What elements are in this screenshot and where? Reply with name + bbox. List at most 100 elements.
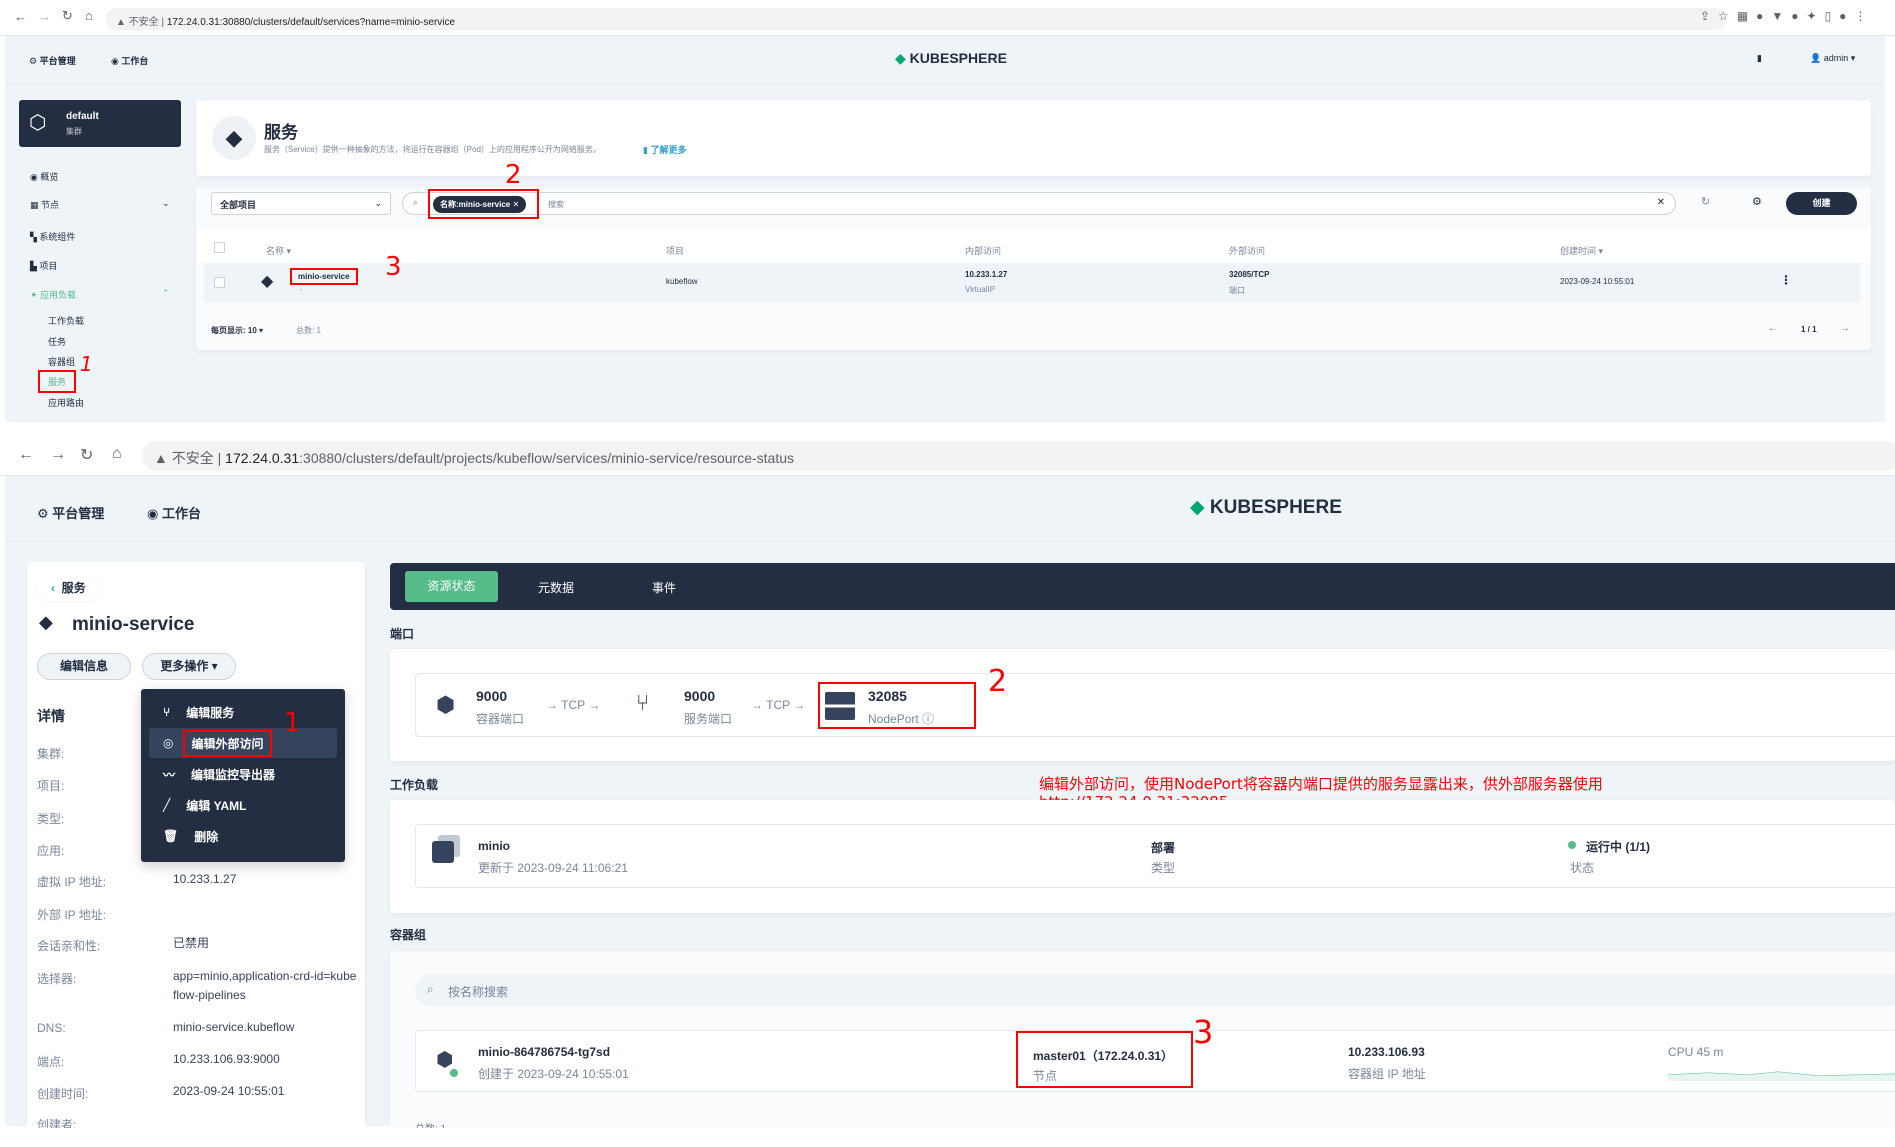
service-banner: ◆ 服务 服务（Service）提供一种抽象的方法，将运行在容器组（Pod）上的…: [196, 100, 1871, 176]
cluster-card[interactable]: ⬡ default 集群: [19, 100, 181, 147]
platform-management-link[interactable]: ⚙ 平台管理: [29, 54, 76, 67]
tab-metadata[interactable]: 元数据: [538, 579, 574, 596]
row-internal: 10.233.1.27: [965, 270, 1008, 279]
forward-icon[interactable]: →: [50, 446, 66, 464]
extensions-icons[interactable]: ⇪☆▦●▼●✦▯●⋮: [1700, 9, 1874, 23]
detail-label: 项目:: [37, 779, 65, 793]
tab-events[interactable]: 事件: [652, 579, 676, 596]
row-created: 2023-09-24 10:55:01: [1560, 277, 1635, 286]
subnav-ingresses[interactable]: 应用路由: [48, 396, 84, 409]
pods-section-title: 容器组: [390, 928, 427, 942]
search-icon: ⌕: [413, 197, 419, 207]
page-title: 服务: [264, 123, 298, 142]
service-name-link[interactable]: minio-service: [290, 268, 358, 285]
kubesphere-logo[interactable]: ◆ KUBESPHERE: [895, 50, 1007, 67]
workload-name[interactable]: minio: [478, 839, 510, 853]
workload-kind-label: 类型: [1151, 861, 1176, 875]
pod-icon: ⬢: [436, 1049, 454, 1071]
security-label: 不安全: [171, 450, 214, 466]
prev-page-icon[interactable]: ←: [1768, 323, 1778, 334]
nav-app-workloads[interactable]: ✦ 应用负载 ⌃: [30, 288, 170, 301]
pod-ip-label: 容器组 IP 地址: [1348, 1067, 1426, 1081]
per-page-select[interactable]: 每页显示: 10 ▾: [211, 325, 263, 336]
docs-icon[interactable]: ▮: [1757, 53, 1762, 64]
tab-resource-status[interactable]: 资源状态: [405, 571, 498, 602]
row-more-icon[interactable]: ⋮: [1780, 273, 1792, 287]
refresh-icon[interactable]: ↻: [1701, 195, 1710, 208]
col-created[interactable]: 创建时间 ▾: [1560, 244, 1603, 257]
top-browser-bar: ← → ↻ ⌂ ▲ 不安全 | 172.24.0.31:30880/cluste…: [0, 0, 1895, 36]
nav-system-components[interactable]: ▚ 系统组件: [30, 230, 75, 243]
col-name[interactable]: 名称 ▾: [266, 244, 291, 257]
reload-icon[interactable]: ↻: [80, 445, 93, 465]
back-icon[interactable]: ←: [14, 9, 27, 24]
globe-icon: ◎: [163, 736, 174, 750]
more-actions-button[interactable]: 更多操作 ▾: [142, 653, 236, 680]
pod-name[interactable]: minio-864786754-tg7sd: [478, 1045, 610, 1059]
back-to-services[interactable]: ‹ 服务: [37, 574, 100, 601]
pod-cpu: CPU 45 m: [1668, 1045, 1724, 1059]
row-internal-sub: VirtualIP: [965, 285, 996, 294]
select-all-checkbox[interactable]: [214, 242, 225, 253]
workbench-link[interactable]: ◉ 工作台: [111, 54, 148, 67]
subnav-jobs[interactable]: 任务: [48, 335, 66, 348]
service-icon: ◆: [212, 116, 256, 160]
address-bar[interactable]: ▲ 不安全 | 172.24.0.31:30880/clusters/defau…: [142, 441, 1895, 471]
clear-search-icon[interactable]: ✕: [1657, 197, 1665, 208]
info-icon[interactable]: ⓘ: [922, 712, 934, 726]
deployment-icon: [432, 841, 454, 863]
user-menu[interactable]: 👤 admin ▾: [1810, 53, 1855, 64]
learn-more-link[interactable]: ▮ 了解更多: [643, 143, 686, 156]
filter-tag[interactable]: 名称:minio-service ✕: [433, 196, 527, 213]
nav-projects[interactable]: ▙ 项目: [30, 259, 57, 272]
edit-info-button[interactable]: 编辑信息: [37, 653, 131, 680]
nav-overview[interactable]: ◉ 概览: [30, 170, 58, 183]
create-button[interactable]: 创建: [1786, 192, 1857, 215]
platform-management-link[interactable]: ⚙ 平台管理: [37, 503, 104, 522]
reload-icon[interactable]: ↻: [62, 8, 73, 24]
home-icon[interactable]: ⌂: [112, 445, 122, 463]
security-label: 不安全: [128, 17, 159, 28]
workbench-link[interactable]: ◉ 工作台: [147, 503, 201, 522]
address-bar[interactable]: ▲ 不安全 | 172.24.0.31:30880/clusters/defau…: [106, 8, 1726, 30]
table-row[interactable]: ◆ minio-service - kubeflow 10.233.1.27 V…: [204, 263, 1860, 302]
detail-label: 选择器:: [37, 972, 77, 986]
pod-search-input[interactable]: ⌕ 按名称搜索: [415, 974, 1895, 1006]
next-page-icon[interactable]: →: [1840, 323, 1850, 334]
ports-card: ⬢ 9000 容器端口 → TCP → ⑂ 9000 服务端口 → TCP → …: [390, 649, 1895, 761]
home-icon[interactable]: ⌂: [85, 8, 93, 23]
annotation-3: 3: [385, 252, 402, 282]
url-text: 172.24.0.31:30880/clusters/default/servi…: [166, 17, 456, 28]
pod-created: 创建于 2023-09-24 10:55:01: [478, 1067, 629, 1081]
container-port-label: 容器端口: [476, 712, 525, 726]
workload-updated: 更新于 2023-09-24 11:06:21: [478, 861, 628, 875]
bottom-header: ⚙ 平台管理 ◉ 工作台 ◆ KUBESPHERE: [5, 476, 1895, 542]
pen-icon: ╱: [163, 798, 171, 812]
nav-nodes[interactable]: ▦ 节点 ⌄: [30, 198, 170, 211]
detail-label: 虚拟 IP 地址:: [37, 875, 107, 889]
cluster-type: 集群: [66, 127, 82, 136]
menu-edit-external-access[interactable]: ◎ 编辑外部访问: [149, 728, 337, 758]
settings-icon[interactable]: ⚙: [1752, 195, 1762, 208]
pod-node: master01（172.24.0.31）: [1033, 1049, 1174, 1063]
warning-icon: ▲: [116, 17, 129, 28]
pod-search-placeholder: 按名称搜索: [448, 985, 509, 999]
subnav-workloads[interactable]: 工作负载: [48, 314, 84, 327]
back-icon[interactable]: ←: [18, 446, 34, 464]
project-select[interactable]: 全部项目 ⌄: [211, 192, 391, 215]
detail-label: 创建时间:: [37, 1087, 89, 1101]
menu-edit-service[interactable]: ⑂ 编辑服务: [141, 697, 345, 727]
pod-row[interactable]: ⬢ minio-864786754-tg7sd 创建于 2023-09-24 1…: [415, 1030, 1895, 1092]
menu-edit-yaml[interactable]: ╱ 编辑 YAML: [141, 790, 345, 820]
menu-edit-monitoring-exporter[interactable]: 〰编辑监控导出器: [141, 759, 345, 789]
page-indicator: 1 / 1: [1801, 325, 1817, 334]
menu-delete[interactable]: 🗑 删除: [141, 821, 345, 851]
subnav-pods[interactable]: 容器组: [48, 355, 75, 368]
workload-item[interactable]: minio 更新于 2023-09-24 11:06:21 部署 类型 运行中 …: [415, 824, 1895, 888]
detail-label: DNS:: [37, 1021, 66, 1035]
forward-icon[interactable]: →: [38, 9, 51, 24]
search-input[interactable]: ⌕ 名称:minio-service ✕ 搜索 ✕: [402, 189, 1676, 219]
subnav-services[interactable]: 服务: [38, 370, 77, 393]
kubesphere-logo[interactable]: ◆ KUBESPHERE: [1190, 496, 1342, 519]
row-checkbox[interactable]: [214, 277, 225, 288]
